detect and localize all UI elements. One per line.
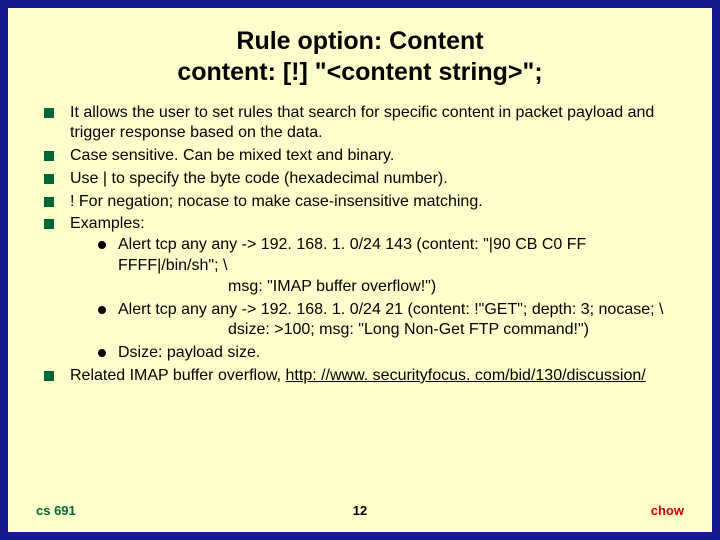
title-line-2: content: [!] "<content string>"; — [177, 58, 542, 86]
example-text: Alert tcp any any -> 192. 168. 1. 0/24 2… — [118, 301, 663, 318]
slide-title: Rule option: Content content: [!] "<cont… — [36, 26, 684, 89]
list-item: ! For negation; nocase to make case-inse… — [44, 192, 684, 213]
example-continuation: dsize: >100; msg: "Long Non-Get FTP comm… — [118, 320, 684, 341]
slide-footer: cs 691 12 chow — [36, 503, 684, 518]
list-item: Use | to specify the byte code (hexadeci… — [44, 169, 684, 190]
footer-page-number: 12 — [353, 503, 367, 518]
square-bullet-icon — [44, 151, 54, 161]
footer-author: chow — [651, 503, 684, 518]
sub-list-item: Alert tcp any any -> 192. 168. 1. 0/24 1… — [98, 235, 684, 297]
sub-list: Alert tcp any any -> 192. 168. 1. 0/24 1… — [70, 235, 684, 364]
list-item: Examples: Alert tcp any any -> 192. 168.… — [44, 214, 684, 364]
bullet-list: It allows the user to set rules that sea… — [36, 103, 684, 387]
bullet-text: Case sensitive. Can be mixed text and bi… — [70, 147, 394, 164]
bullet-text: Related IMAP buffer overflow, — [70, 367, 286, 384]
list-item: Case sensitive. Can be mixed text and bi… — [44, 146, 684, 167]
square-bullet-icon — [44, 108, 54, 118]
sub-list-item: Dsize: payload size. — [98, 343, 684, 364]
title-line-1: Rule option: Content — [236, 27, 483, 55]
example-text: Alert tcp any any -> 192. 168. 1. 0/24 1… — [118, 236, 586, 274]
dot-bullet-icon — [98, 349, 106, 357]
reference-link[interactable]: http: //www. securityfocus. com/bid/130/… — [286, 367, 646, 384]
bullet-text: Examples: — [70, 215, 145, 232]
example-continuation: msg: "IMAP buffer overflow!") — [118, 277, 684, 298]
dot-bullet-icon — [98, 306, 106, 314]
footer-course: cs 691 — [36, 503, 76, 518]
square-bullet-icon — [44, 174, 54, 184]
dot-bullet-icon — [98, 241, 106, 249]
bullet-text: ! For negation; nocase to make case-inse… — [70, 193, 483, 210]
bullet-text: It allows the user to set rules that sea… — [70, 104, 654, 142]
bullet-text: Use | to specify the byte code (hexadeci… — [70, 170, 448, 187]
list-item: It allows the user to set rules that sea… — [44, 103, 684, 145]
square-bullet-icon — [44, 371, 54, 381]
square-bullet-icon — [44, 219, 54, 229]
square-bullet-icon — [44, 197, 54, 207]
list-item: Related IMAP buffer overflow, http: //ww… — [44, 366, 684, 387]
example-text: Dsize: payload size. — [118, 344, 260, 361]
slide: Rule option: Content content: [!] "<cont… — [8, 8, 712, 532]
sub-list-item: Alert tcp any any -> 192. 168. 1. 0/24 2… — [98, 300, 684, 342]
